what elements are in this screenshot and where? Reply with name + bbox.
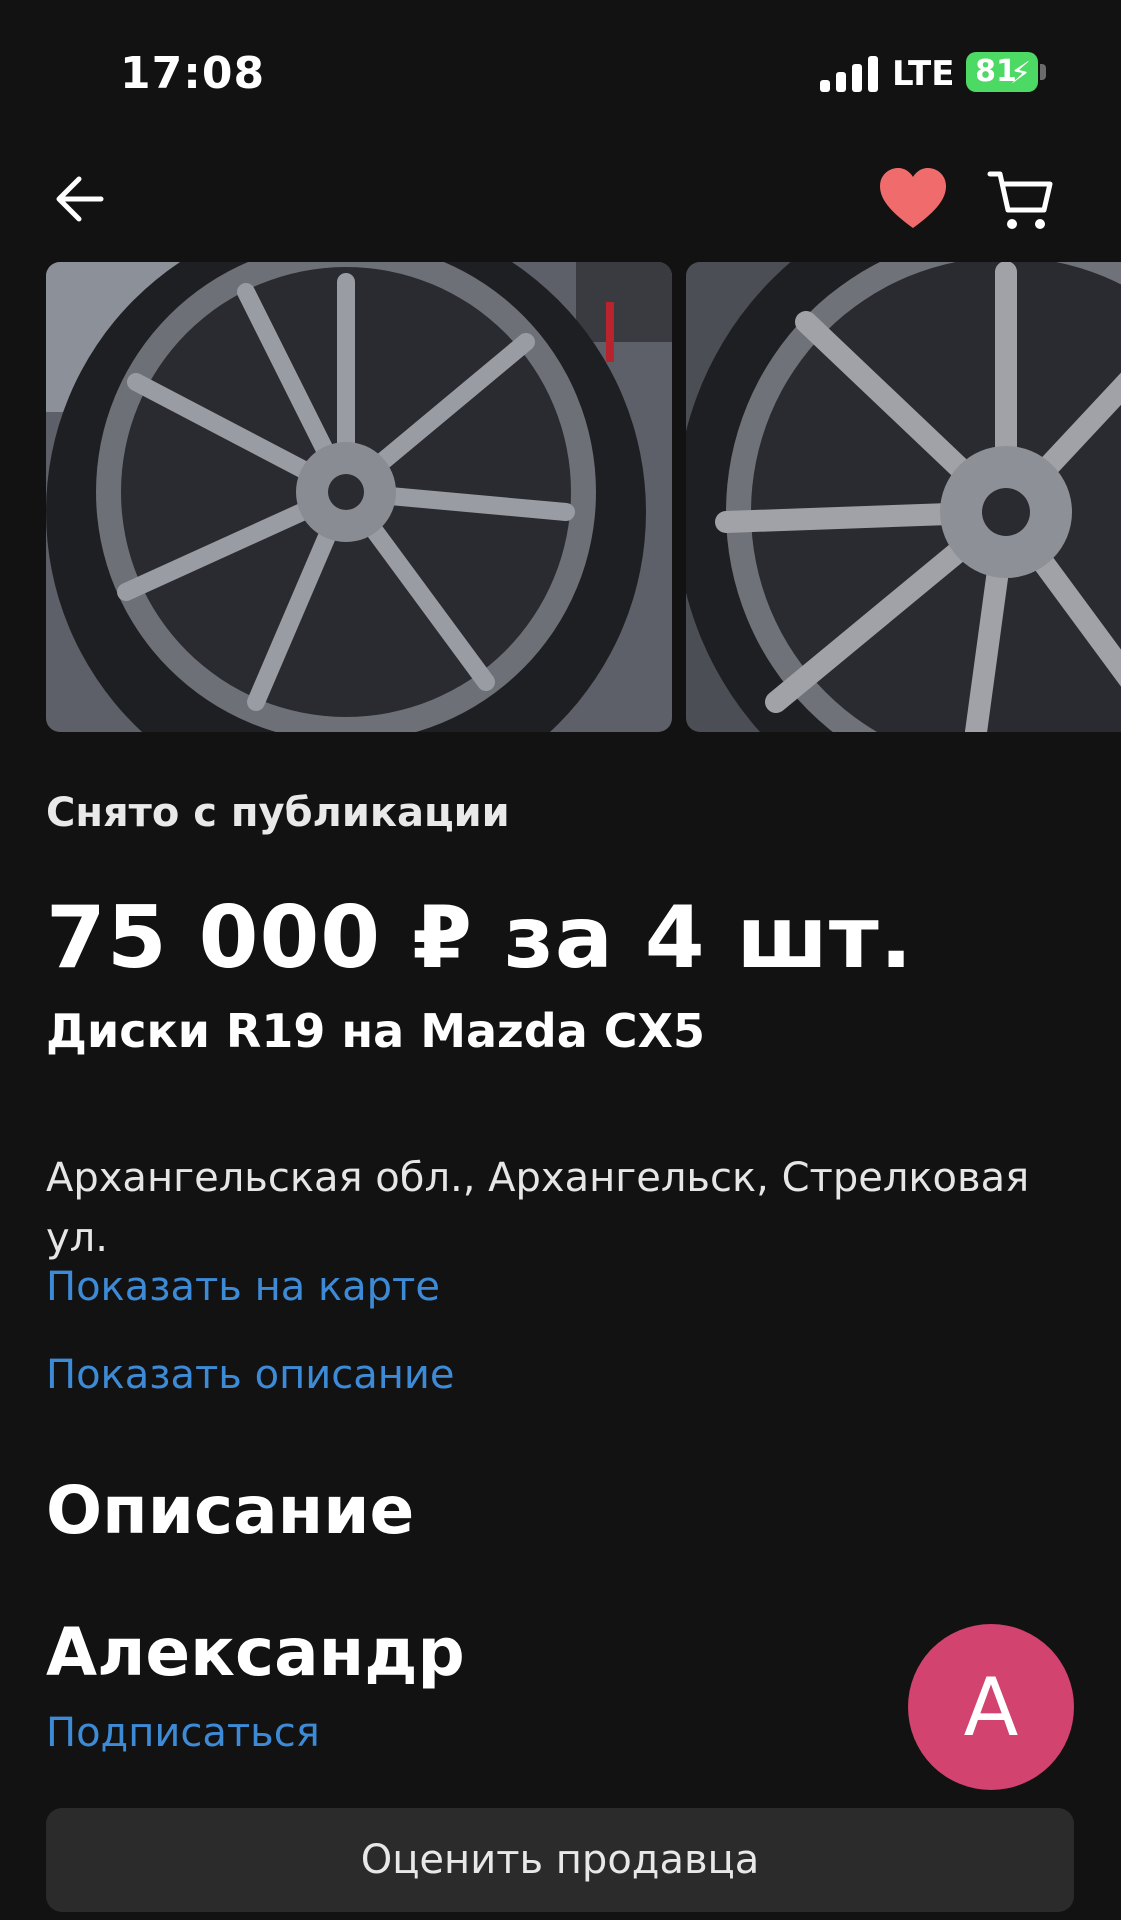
show-on-map-link[interactable]: Показать на карте bbox=[46, 1264, 440, 1310]
subscribe-link[interactable]: Подписаться bbox=[46, 1710, 320, 1756]
show-description-link[interactable]: Показать описание bbox=[46, 1352, 454, 1398]
back-button[interactable] bbox=[50, 170, 108, 228]
seller-name[interactable]: Александр bbox=[46, 1614, 465, 1691]
heart-icon[interactable] bbox=[878, 166, 948, 232]
charging-bolt-icon: ⚡ bbox=[1010, 56, 1032, 91]
seller-avatar[interactable]: А bbox=[908, 1624, 1074, 1790]
rate-seller-button[interactable]: Оценить продавца bbox=[46, 1808, 1074, 1912]
cart-icon[interactable] bbox=[986, 166, 1056, 236]
product-photo[interactable] bbox=[686, 262, 1121, 732]
cellular-signal-icon bbox=[820, 56, 878, 92]
battery-nub bbox=[1040, 64, 1046, 80]
back-arrow-icon bbox=[56, 176, 104, 222]
status-time: 17:08 bbox=[120, 48, 266, 99]
listing-title: Диски R19 на Mazda CX5 bbox=[46, 1004, 706, 1058]
description-heading: Описание bbox=[46, 1472, 415, 1549]
address: Архангельская обл., Архангельск, Стрелко… bbox=[46, 1155, 1030, 1261]
price: 75 000 ₽ за 4 шт. bbox=[46, 888, 914, 988]
product-photo[interactable] bbox=[46, 262, 672, 732]
listing-status: Снято с публикации bbox=[46, 790, 510, 836]
network-type: LTE bbox=[892, 54, 955, 94]
